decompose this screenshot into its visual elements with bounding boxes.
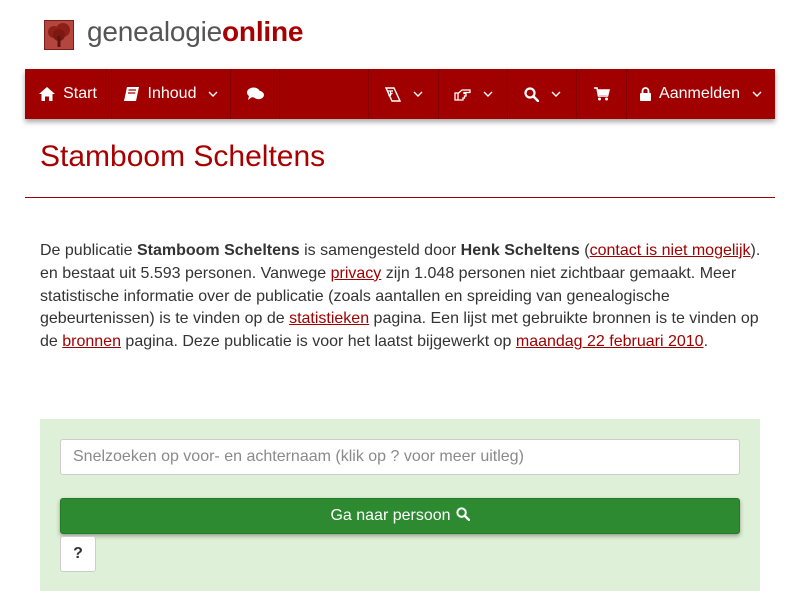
intro-text: . — [703, 333, 709, 351]
hand-pointer-icon — [453, 88, 471, 101]
nav-start-label: Start — [63, 85, 97, 102]
logo-text-bold: online — [222, 16, 304, 47]
nav-language[interactable] — [369, 69, 439, 119]
chevron-down-icon — [413, 91, 423, 97]
privacy-link[interactable]: privacy — [331, 265, 382, 282]
last-updated-link[interactable]: maandag 22 februari 2010 — [516, 333, 704, 350]
site-header: genealogieonline — [0, 0, 800, 69]
nav-search[interactable] — [508, 69, 577, 119]
nav-cart[interactable] — [577, 69, 627, 119]
intro-text: is samengesteld door — [299, 242, 461, 259]
comments-icon — [246, 87, 264, 101]
home-icon — [39, 87, 56, 101]
intro-text: ( — [579, 242, 590, 259]
nav-login[interactable]: Aanmelden — [627, 69, 775, 119]
publication-name: Stamboom Scheltens — [136, 242, 300, 259]
intro-text: pagina. Deze publicatie is voor het laat… — [120, 333, 516, 351]
nav-start[interactable]: Start — [25, 69, 112, 119]
statistics-link[interactable]: statistieken — [289, 310, 369, 327]
language-icon — [384, 86, 401, 102]
chevron-down-icon — [208, 91, 218, 97]
cart-icon — [593, 87, 610, 101]
contact-link[interactable]: contact is niet mogelijk — [590, 242, 751, 259]
chevron-down-icon — [752, 91, 762, 97]
chevron-down-icon — [551, 91, 561, 97]
intro-text: De publicatie — [40, 242, 137, 259]
nav-share[interactable] — [439, 69, 508, 119]
quick-search-panel: Ga naar persoon ? — [40, 419, 760, 591]
nav-forum[interactable] — [231, 69, 280, 119]
publication-description: De publicatie Stamboom Scheltens is same… — [40, 240, 765, 354]
lock-icon — [640, 87, 652, 101]
tree-logo-icon[interactable] — [44, 20, 74, 50]
go-to-person-label: Ga naar persoon — [330, 507, 451, 524]
book-icon — [123, 87, 140, 101]
page-title: Stamboom Scheltens — [40, 140, 326, 173]
title-divider — [25, 197, 775, 198]
chevron-down-icon — [483, 91, 493, 97]
author-name: Henk Scheltens — [460, 242, 580, 259]
sources-link[interactable]: bronnen — [62, 333, 121, 350]
logo-text-light: genealogie — [87, 16, 223, 47]
main-navbar: Start Inhoud Aanmelden — [25, 69, 775, 119]
go-to-person-button[interactable]: Ga naar persoon — [60, 498, 740, 534]
nav-spacer — [280, 69, 369, 119]
search-icon — [455, 506, 470, 526]
quick-search-input[interactable] — [60, 439, 740, 475]
search-icon — [523, 86, 539, 102]
search-help-button[interactable]: ? — [60, 536, 96, 572]
nav-inhoud[interactable]: Inhoud — [112, 69, 231, 119]
site-logo[interactable]: genealogieonline — [87, 16, 303, 48]
nav-inhoud-label: Inhoud — [147, 85, 197, 102]
nav-login-label: Aanmelden — [659, 85, 740, 102]
